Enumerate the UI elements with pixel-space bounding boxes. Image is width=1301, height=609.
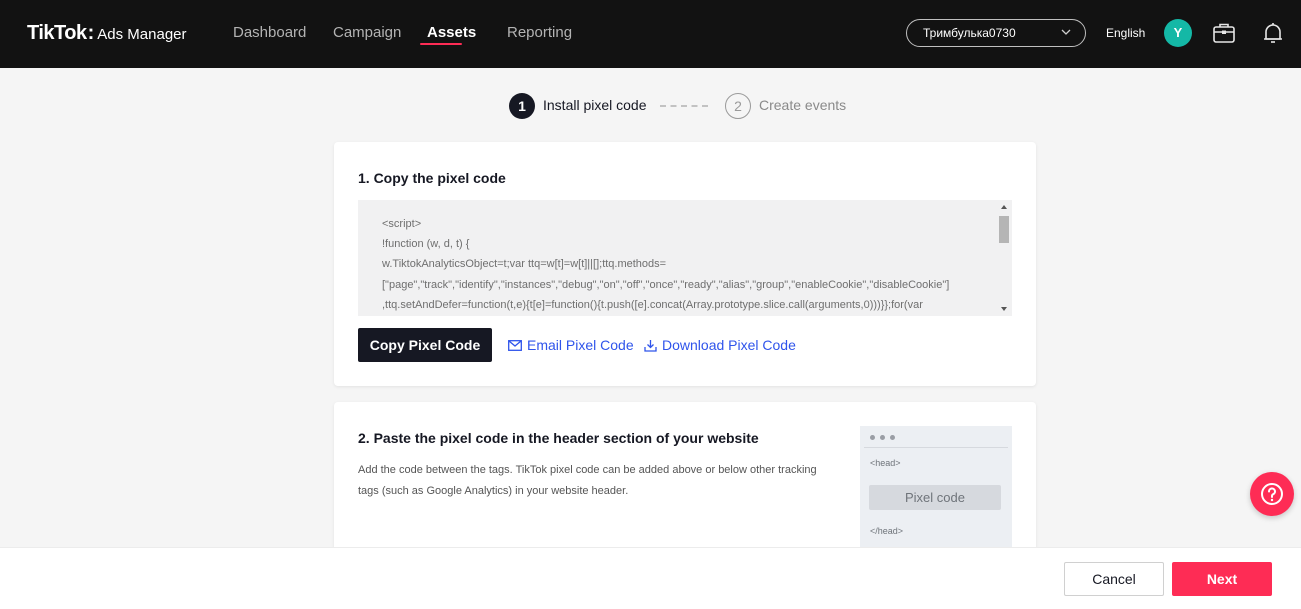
language-selector[interactable]: English bbox=[1106, 26, 1145, 40]
question-mark-icon bbox=[1261, 483, 1283, 505]
account-selector[interactable]: Тримбулька0730 bbox=[906, 19, 1086, 47]
nav-campaign[interactable]: Campaign bbox=[333, 24, 401, 41]
logo-wordmark: TikTok bbox=[27, 22, 87, 44]
nav-reporting[interactable]: Reporting bbox=[507, 24, 572, 41]
help-button[interactable] bbox=[1250, 472, 1294, 516]
step-1-label: Install pixel code bbox=[543, 97, 647, 113]
step-2-label: Create events bbox=[759, 97, 847, 113]
card-1-title: 1. Copy the pixel code bbox=[358, 170, 506, 186]
code-line: !function (w, d, t) { bbox=[382, 238, 470, 250]
code-line: ,ttq.setAndDefer=function(t,e){t[e]=func… bbox=[382, 299, 923, 311]
mock-divider bbox=[864, 447, 1008, 448]
card-2-description: Add the code between the tags. TikTok pi… bbox=[358, 464, 817, 497]
step-connector bbox=[660, 105, 708, 107]
nav-assets[interactable]: Assets bbox=[427, 24, 476, 41]
step-2-indicator: 2 bbox=[725, 93, 751, 119]
footer-action-bar: Cancel Next bbox=[0, 547, 1301, 609]
nav-dashboard[interactable]: Dashboard bbox=[233, 24, 306, 41]
download-pixel-code-link[interactable]: Download Pixel Code bbox=[644, 337, 796, 353]
scroll-down-arrow-icon[interactable] bbox=[1001, 307, 1007, 311]
card-2-title: 2. Paste the pixel code in the header se… bbox=[358, 430, 759, 446]
browser-dots-icon bbox=[870, 435, 895, 440]
paste-pixel-code-card: 2. Paste the pixel code in the header se… bbox=[334, 402, 1036, 562]
top-navigation-bar: TikTok : Ads Manager Dashboard Campaign … bbox=[0, 0, 1301, 68]
header-placement-illustration: <head> Pixel code </head> bbox=[860, 426, 1012, 562]
user-avatar[interactable]: Y bbox=[1164, 19, 1192, 47]
step-1-indicator: 1 bbox=[509, 93, 535, 119]
bell-icon[interactable] bbox=[1260, 20, 1286, 46]
mock-head-close-tag: </head> bbox=[870, 526, 904, 536]
cancel-button[interactable]: Cancel bbox=[1064, 562, 1164, 596]
email-pixel-code-label: Email Pixel Code bbox=[527, 337, 634, 353]
code-line: <script> bbox=[382, 218, 422, 230]
download-pixel-code-label: Download Pixel Code bbox=[662, 337, 796, 353]
scroll-thumb[interactable] bbox=[999, 216, 1009, 243]
briefcase-icon[interactable] bbox=[1211, 20, 1237, 46]
mock-pixel-code-block: Pixel code bbox=[869, 485, 1001, 510]
email-pixel-code-link[interactable]: Email Pixel Code bbox=[508, 337, 634, 353]
copy-pixel-code-card: 1. Copy the pixel code <script> !functio… bbox=[334, 142, 1036, 386]
logo-subtitle: Ads Manager bbox=[97, 26, 187, 43]
code-scrollbar[interactable] bbox=[996, 200, 1012, 316]
pixel-code-box[interactable]: <script> !function (w, d, t) { w.TiktokA… bbox=[358, 200, 1012, 316]
envelope-icon bbox=[508, 339, 522, 351]
logo-colon: : bbox=[87, 22, 95, 44]
copy-pixel-code-button[interactable]: Copy Pixel Code bbox=[358, 328, 492, 362]
code-line: w.TiktokAnalyticsObject=t;var ttq=w[t]=w… bbox=[382, 258, 667, 270]
chevron-down-icon bbox=[1061, 29, 1071, 35]
scroll-up-arrow-icon[interactable] bbox=[1001, 205, 1007, 209]
download-icon bbox=[644, 339, 657, 352]
tiktok-ads-manager-logo[interactable]: TikTok : Ads Manager bbox=[27, 22, 187, 45]
account-name: Тримбулька0730 bbox=[923, 26, 1016, 40]
active-nav-indicator bbox=[420, 43, 462, 45]
next-button[interactable]: Next bbox=[1172, 562, 1272, 596]
code-line: ["page","track","identify","instances","… bbox=[382, 279, 950, 291]
mock-head-open-tag: <head> bbox=[870, 458, 901, 468]
